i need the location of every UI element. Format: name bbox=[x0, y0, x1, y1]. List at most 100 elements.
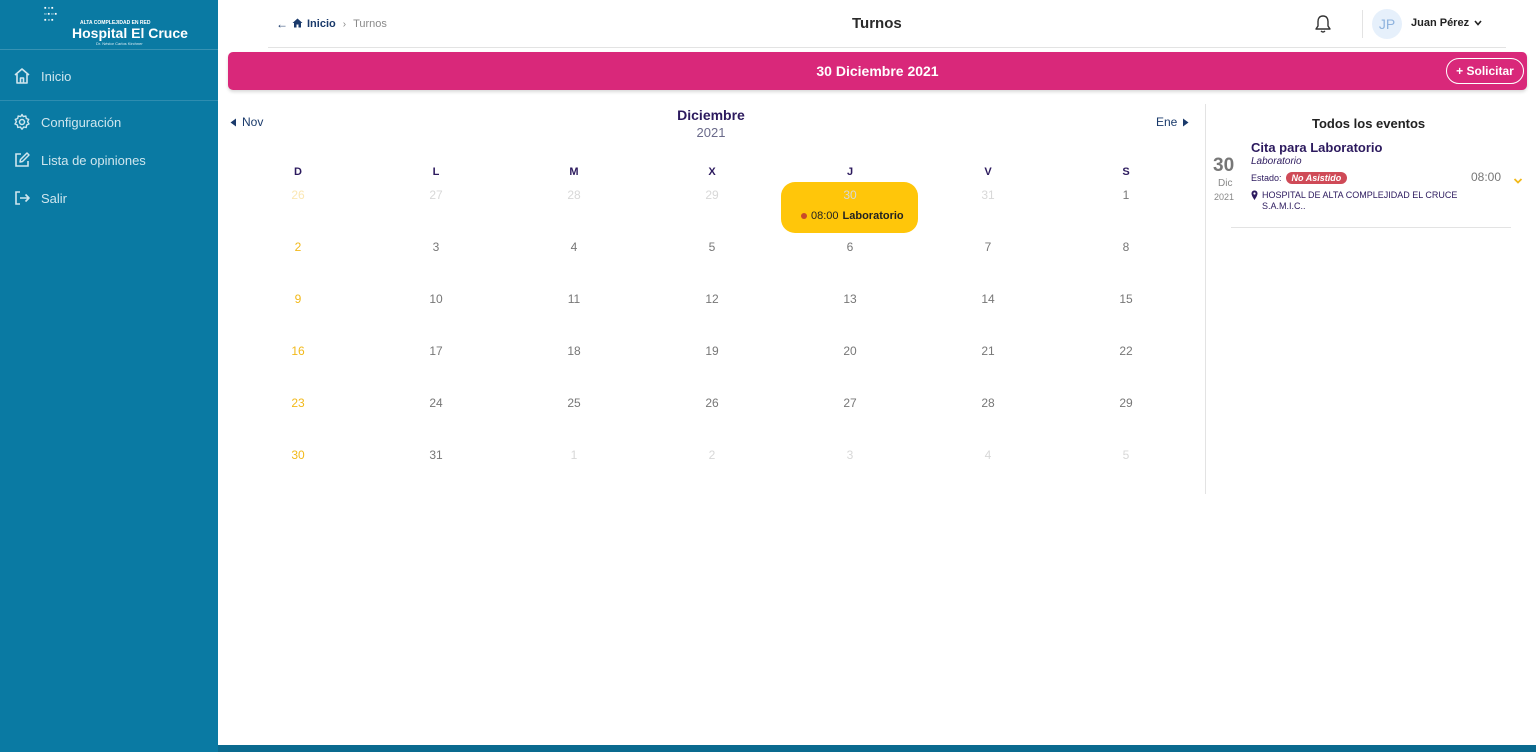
calendar-day[interactable]: 22 bbox=[1106, 344, 1146, 358]
calendar-day[interactable]: 2 bbox=[278, 240, 318, 254]
calendar-day[interactable]: 1 bbox=[1106, 188, 1146, 202]
calendar-day[interactable]: 23 bbox=[278, 396, 318, 410]
event-chip-time: 08:00 bbox=[811, 210, 839, 222]
selected-date-title: 30 Diciembre 2021 bbox=[816, 63, 939, 79]
bottom-bar bbox=[218, 745, 1536, 752]
back-arrow-icon[interactable]: ← bbox=[276, 17, 288, 31]
calendar-day[interactable]: 13 bbox=[830, 292, 870, 306]
calendar-day[interactable]: 12 bbox=[692, 292, 732, 306]
event-status-label: Estado: bbox=[1251, 173, 1282, 183]
sidebar-item-label: Lista de opiniones bbox=[41, 152, 146, 168]
calendar-day[interactable]: 30 bbox=[830, 188, 870, 202]
calendar-day[interactable]: 8 bbox=[1106, 240, 1146, 254]
calendar-day[interactable]: 18 bbox=[554, 344, 594, 358]
weekday-sunday: D bbox=[294, 166, 302, 178]
calendar-day[interactable]: 26 bbox=[692, 396, 732, 410]
calendar-day[interactable]: 20 bbox=[830, 344, 870, 358]
sidebar-divider bbox=[0, 100, 218, 101]
sidebar-item-label: Inicio bbox=[41, 68, 72, 84]
calendar-day[interactable]: 31 bbox=[968, 188, 1008, 202]
breadcrumb-current: Turnos bbox=[353, 18, 387, 30]
calendar-day[interactable]: 1 bbox=[554, 448, 594, 462]
sidebar-item-salir[interactable]: Salir bbox=[0, 183, 218, 213]
calendar-day[interactable]: 17 bbox=[416, 344, 456, 358]
sidebar-item-inicio[interactable]: Inicio bbox=[0, 61, 218, 91]
calendar-day[interactable]: 21 bbox=[968, 344, 1008, 358]
calendar-day[interactable]: 28 bbox=[968, 396, 1008, 410]
calendar-day[interactable]: 26 bbox=[278, 188, 318, 202]
home-small-icon bbox=[292, 18, 303, 31]
edit-icon bbox=[13, 151, 31, 169]
calendar-month: Diciembre bbox=[677, 107, 745, 123]
event-status: Estado: No Asistido bbox=[1251, 172, 1348, 184]
event-title[interactable]: Cita para Laboratorio bbox=[1251, 140, 1382, 155]
sidebar-item-label: Salir bbox=[41, 190, 68, 206]
calendar-day[interactable]: 15 bbox=[1106, 292, 1146, 306]
prev-month-button[interactable]: Nov bbox=[230, 115, 263, 129]
caret-right-icon bbox=[1183, 118, 1189, 126]
event-dot-icon bbox=[801, 213, 807, 219]
weekday-friday: V bbox=[984, 166, 992, 178]
calendar-day[interactable]: 27 bbox=[830, 396, 870, 410]
event-day: 30 bbox=[1213, 155, 1235, 176]
calendar-day[interactable]: 19 bbox=[692, 344, 732, 358]
calendar-day[interactable]: 27 bbox=[416, 188, 456, 202]
home-icon bbox=[13, 67, 31, 85]
calendar-day[interactable]: 24 bbox=[416, 396, 456, 410]
logo-title: Hospital El Cruce bbox=[72, 25, 188, 41]
expand-chevron-icon[interactable] bbox=[1513, 173, 1523, 184]
user-menu[interactable]: Juan Pérez bbox=[1411, 17, 1482, 29]
events-panel-title: Todos los eventos bbox=[1312, 116, 1426, 131]
calendar-day[interactable]: 4 bbox=[968, 448, 1008, 462]
selected-date-bar: 30 Diciembre 2021 + Solicitar bbox=[228, 52, 1527, 90]
calendar-day[interactable]: 7 bbox=[968, 240, 1008, 254]
calendar-day[interactable]: 31 bbox=[416, 448, 456, 462]
sidebar: ▪▫▪ ▫▪▫▪ ▪▫▪ ALTA COMPLEJIDAD EN RED Hospi… bbox=[0, 0, 218, 752]
weekday-tuesday: M bbox=[569, 166, 579, 178]
calendar-day[interactable]: 11 bbox=[554, 292, 594, 306]
calendar-day[interactable]: 28 bbox=[554, 188, 594, 202]
calendar-day[interactable]: 29 bbox=[1106, 396, 1146, 410]
event-year: 2021 bbox=[1214, 192, 1235, 202]
breadcrumb: ← Inicio › Turnos bbox=[276, 17, 387, 31]
event-time: 08:00 bbox=[1471, 170, 1502, 184]
page-title: Turnos bbox=[852, 15, 902, 32]
calendar-day[interactable]: 5 bbox=[692, 240, 732, 254]
solicitar-button[interactable]: + Solicitar bbox=[1446, 58, 1524, 84]
sidebar-item-opiniones[interactable]: Lista de opiniones bbox=[0, 145, 218, 175]
calendar-day[interactable]: 6 bbox=[830, 240, 870, 254]
chevron-right-icon: › bbox=[342, 18, 347, 30]
calendar-day[interactable]: 14 bbox=[968, 292, 1008, 306]
calendar-day[interactable]: 25 bbox=[554, 396, 594, 410]
bell-icon[interactable] bbox=[1314, 14, 1332, 34]
calendar-day[interactable]: 4 bbox=[554, 240, 594, 254]
panel-divider bbox=[1205, 104, 1206, 494]
calendar-day[interactable]: 30 bbox=[278, 448, 318, 462]
chevron-down-icon bbox=[1474, 20, 1482, 26]
weekday-monday: L bbox=[432, 166, 440, 178]
calendar-day[interactable]: 29 bbox=[692, 188, 732, 202]
topbar: ← Inicio › Turnos Turnos JP Juan Pérez bbox=[218, 0, 1536, 48]
avatar[interactable]: JP bbox=[1372, 9, 1402, 39]
next-month-button[interactable]: Ene bbox=[1156, 115, 1189, 129]
hospital-logo[interactable]: ▪▫▪ ▫▪▫▪ ▪▫▪ ALTA COMPLEJIDAD EN RED Hospi… bbox=[0, 0, 218, 50]
calendar-day[interactable]: 9 bbox=[278, 292, 318, 306]
next-month-label: Ene bbox=[1156, 115, 1178, 129]
sidebar-item-configuracion[interactable]: Configuración bbox=[0, 107, 218, 137]
event-location-text: HOSPITAL DE ALTA COMPLEJIDAD EL CRUCE S.… bbox=[1262, 190, 1458, 211]
logo-subtitle: Dr. Néstor Carlos Kirchner bbox=[96, 41, 143, 46]
calendar-day[interactable]: 3 bbox=[416, 240, 456, 254]
event-type: Laboratorio bbox=[1251, 156, 1302, 167]
status-badge: No Asistido bbox=[1285, 172, 1348, 184]
calendar-day[interactable]: 3 bbox=[830, 448, 870, 462]
calendar-day[interactable]: 5 bbox=[1106, 448, 1146, 462]
topbar-divider bbox=[268, 47, 1506, 48]
caret-left-icon bbox=[230, 118, 236, 126]
breadcrumb-home-link[interactable]: Inicio bbox=[307, 18, 336, 30]
calendar-day[interactable]: 2 bbox=[692, 448, 732, 462]
calendar-year: 2021 bbox=[696, 125, 726, 140]
gear-icon bbox=[13, 113, 31, 131]
calendar-day[interactable]: 10 bbox=[416, 292, 456, 306]
calendar-day[interactable]: 16 bbox=[278, 344, 318, 358]
weekday-saturday: S bbox=[1122, 166, 1130, 178]
